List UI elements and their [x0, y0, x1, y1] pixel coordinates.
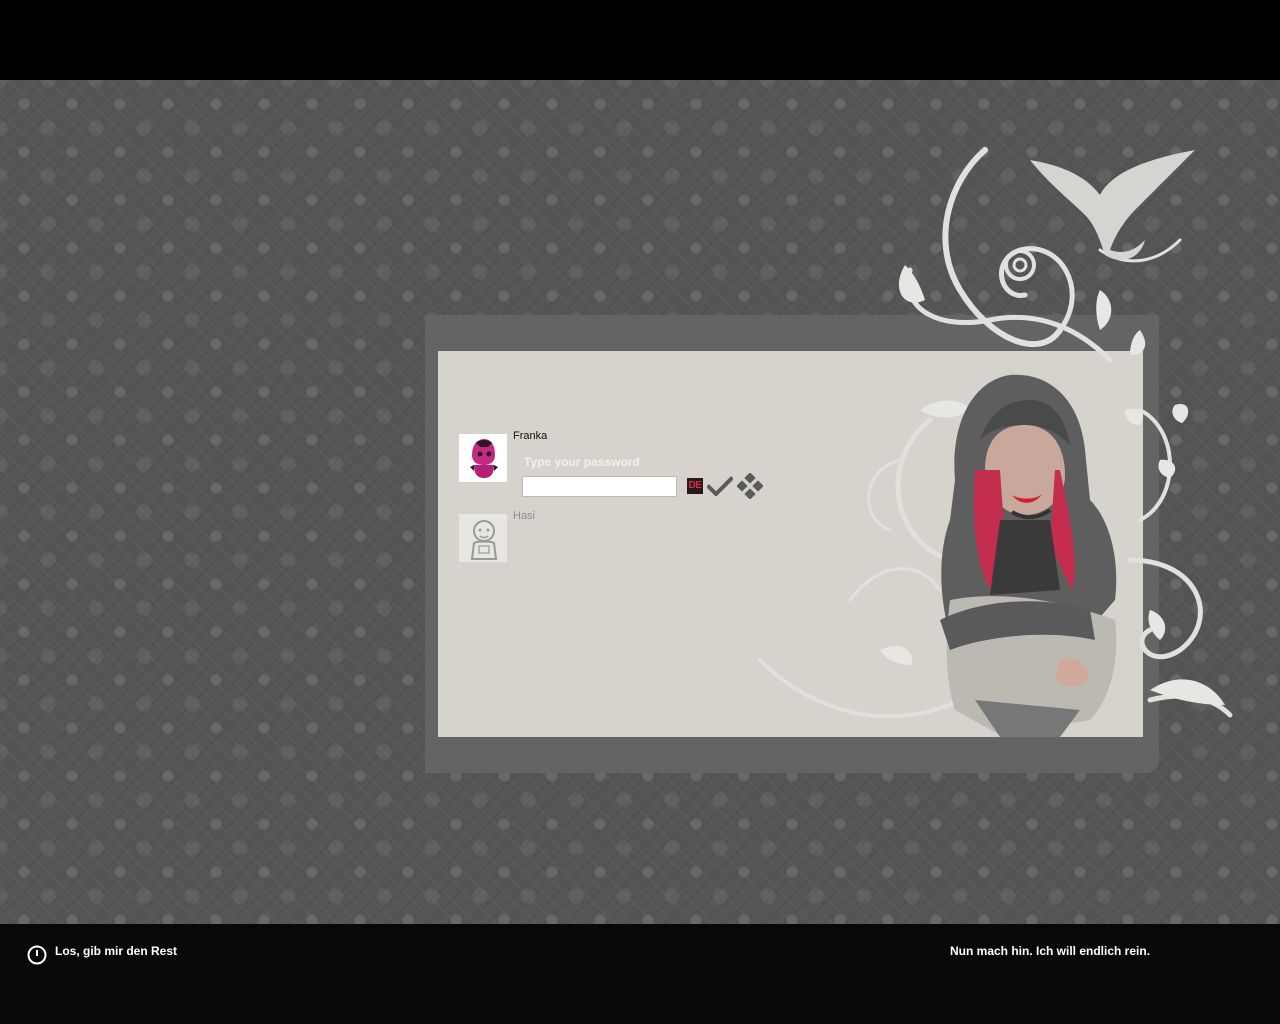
avatar[interactable]	[459, 434, 507, 482]
keyboard-layout-indicator[interactable]: DE	[687, 478, 703, 494]
grey-figure-icon	[460, 515, 506, 561]
power-icon[interactable]	[27, 945, 47, 965]
bottom-bar	[0, 924, 1280, 1024]
username-hasi[interactable]: Hasi	[513, 510, 535, 522]
login-panel	[438, 351, 1143, 737]
shutdown-button-label[interactable]: Los, gib mir den Rest	[55, 944, 177, 958]
password-input[interactable]	[522, 476, 677, 497]
status-message: Nun mach hin. Ich will endlich rein.	[950, 944, 1151, 958]
password-label: Type your password	[524, 455, 640, 469]
pink-hoodie-figure-icon	[460, 435, 506, 481]
username-franka[interactable]: Franka	[513, 430, 547, 442]
top-bar	[0, 0, 1280, 80]
checkmark-icon[interactable]	[707, 476, 733, 496]
diamond-grid-icon[interactable]	[737, 473, 763, 499]
avatar[interactable]	[459, 514, 507, 562]
